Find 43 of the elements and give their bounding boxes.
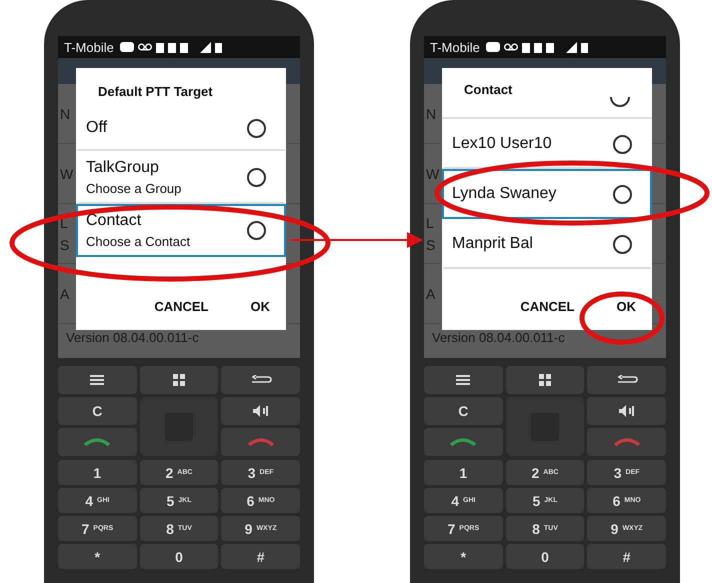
setting-label: W	[60, 166, 74, 182]
setting-label: N	[426, 106, 436, 122]
list-option[interactable]: Off	[76, 105, 286, 151]
number-key[interactable]: 0	[506, 544, 584, 569]
option-label: Manprit Bal	[452, 235, 533, 253]
carrier-name: T-Mobile	[64, 40, 114, 54]
number-key[interactable]: *	[424, 544, 503, 569]
number-key[interactable]: 1	[58, 460, 137, 485]
setting-label: N	[60, 106, 70, 122]
dialog-button[interactable]: CANCEL	[512, 293, 582, 320]
number-key[interactable]: *	[58, 544, 137, 569]
setting-label: A	[60, 286, 70, 302]
setting-label: S	[60, 236, 70, 252]
dialog-title: Default PTT Target	[97, 83, 214, 101]
setting-label: S	[426, 236, 436, 252]
number-key[interactable]: #	[221, 544, 300, 569]
clear-key[interactable]: C	[424, 397, 503, 425]
dialog-button[interactable]: OK	[608, 293, 644, 320]
setting-label: L	[426, 214, 434, 230]
option-label: TalkGroup	[86, 159, 160, 177]
list-option[interactable]: Lex10 User10	[442, 119, 652, 169]
option-label: Lex10 User10	[452, 135, 552, 153]
dialog-button[interactable]: OK	[242, 293, 278, 320]
option-label: Contact	[86, 212, 142, 230]
number-key[interactable]: #	[587, 544, 666, 569]
list-option[interactable]: Manprit Bal	[442, 219, 652, 269]
setting-label: A	[426, 286, 436, 302]
number-key[interactable]: 1	[424, 460, 503, 485]
option-label: Off	[86, 119, 108, 137]
version-text: Version 08.04.00.011-c	[65, 329, 200, 347]
list-option[interactable]: TalkGroup Choose a Group	[76, 151, 286, 204]
list-option[interactable]: Lynda Swaney	[442, 169, 652, 219]
clear-key[interactable]: C	[58, 397, 137, 425]
setting-label: W	[426, 166, 440, 182]
version-text: Version 08.04.00.011-c	[431, 329, 566, 347]
option-label: Lynda Swaney	[452, 185, 556, 203]
dialog-button[interactable]: CANCEL	[146, 293, 216, 320]
option-sublabel: Choose a Group	[86, 181, 182, 196]
dialog-title: Contact	[463, 81, 514, 97]
number-key[interactable]: 0	[140, 544, 218, 569]
list-option[interactable]: Contact Choose a Contact	[76, 204, 286, 257]
carrier-name: T-Mobile	[430, 40, 480, 54]
option-sublabel: Choose a Contact	[86, 234, 190, 249]
